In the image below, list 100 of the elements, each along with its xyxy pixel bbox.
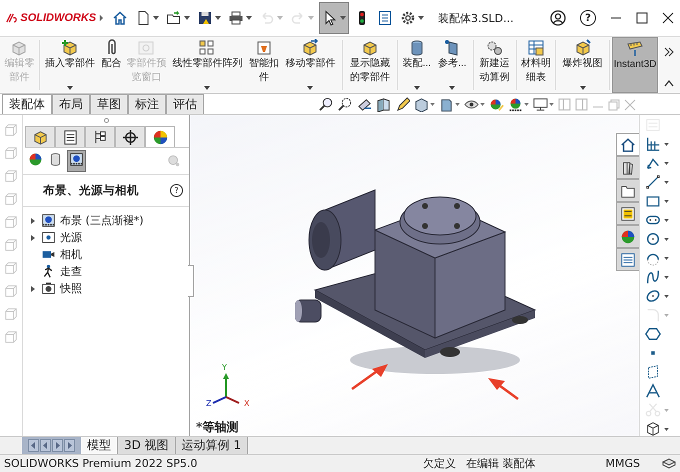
tab-scroll-icon[interactable] [40, 439, 51, 452]
grip-dot-icon[interactable] [104, 118, 108, 123]
manager-tab[interactable] [55, 126, 85, 147]
list-icon [377, 10, 393, 26]
caret-icon[interactable] [184, 16, 190, 20]
caret-icon[interactable] [664, 256, 669, 260]
expand-triangle-icon[interactable] [31, 234, 35, 240]
model-view-tab[interactable]: 运动算例 1 [176, 437, 248, 454]
tab-scroll-icon[interactable] [52, 439, 63, 452]
caret-icon[interactable] [664, 238, 669, 240]
caret-icon[interactable] [414, 86, 420, 90]
ribbon-tab[interactable]: 布局 [52, 94, 90, 114]
caret-icon[interactable] [153, 16, 159, 20]
ribbon-button[interactable]: 参考... [434, 37, 471, 93]
model-view-tab[interactable]: 3D 视图 [118, 437, 176, 454]
caret-icon[interactable] [215, 16, 221, 20]
pencil-annotation-icon[interactable] [395, 97, 410, 112]
scene-button[interactable] [508, 97, 529, 112]
caret-icon[interactable] [664, 294, 669, 298]
help-button[interactable]: ? [170, 184, 183, 197]
toolbar-button[interactable] [319, 2, 349, 34]
ribbon-button[interactable]: 爆炸视图 [558, 37, 608, 93]
caret-icon[interactable] [580, 86, 586, 90]
tree-item[interactable]: 走查 [60, 264, 82, 279]
manager-tab[interactable] [115, 126, 145, 147]
close-icon[interactable] [662, 12, 674, 24]
view-settings-button[interactable] [533, 97, 554, 112]
tree-item[interactable]: 快照 [60, 281, 82, 296]
caret-icon[interactable] [449, 86, 456, 90]
zoom-fit-icon[interactable] [319, 97, 334, 112]
caret-icon[interactable] [664, 162, 669, 164]
panel-title: 布景、光源与相机 [43, 183, 139, 198]
double-chevron-icon[interactable] [664, 47, 674, 57]
tile-left-icon[interactable] [558, 98, 571, 111]
chevron-up-icon[interactable] [664, 79, 674, 87]
document-title: 装配体3.SLD... [438, 10, 514, 26]
caret-icon[interactable] [664, 276, 669, 278]
task-pane-tab[interactable] [616, 179, 639, 202]
ribbon-button[interactable]: 移动零部件 [280, 37, 340, 93]
ribbon-tab[interactable]: 草图 [90, 94, 128, 114]
ribbon-tab[interactable]: 标注 [128, 94, 166, 114]
model-view-tab[interactable]: 模型 [81, 437, 118, 454]
task-pane-tab[interactable] [616, 225, 639, 248]
tree-item[interactable]: 光源 [60, 230, 82, 245]
expand-triangle-icon[interactable] [31, 218, 35, 224]
tree-item[interactable]: 布景 (三点渐褪*) [60, 213, 144, 228]
ribbon-button[interactable]: 装配... [399, 37, 434, 93]
panel-splitter-handle[interactable] [188, 265, 194, 297]
ribbon-button[interactable]: 新建运动算例 [475, 37, 514, 93]
manager-tab[interactable] [145, 126, 175, 147]
caret-icon[interactable] [246, 16, 252, 20]
user-account-icon[interactable] [550, 10, 566, 26]
tile-right-icon[interactable] [575, 98, 588, 111]
manager-tab[interactable] [25, 126, 55, 147]
circle-icon [645, 231, 661, 247]
color-ball-pencil-icon[interactable] [489, 97, 504, 112]
ribbon-button[interactable]: 插入零部件 [42, 37, 98, 93]
view-name: *等轴测 [196, 419, 238, 436]
manager-tab[interactable] [85, 126, 115, 147]
ribbon-button[interactable]: 配合 [98, 37, 126, 93]
help-button[interactable]: ? [580, 10, 596, 26]
view-orientation-button[interactable] [414, 97, 435, 112]
tab-scroll-icon[interactable] [64, 439, 75, 452]
caret-icon[interactable] [307, 86, 314, 90]
expand-triangle-icon[interactable] [31, 286, 35, 292]
tree-item[interactable]: 相机 [60, 247, 82, 262]
task-pane-tab[interactable] [616, 156, 639, 179]
zoom-area-icon[interactable] [338, 97, 353, 112]
section-view-icon[interactable] [376, 97, 391, 112]
task-pane-tab[interactable] [616, 248, 639, 271]
expand-arrow-icon[interactable] [99, 13, 104, 23]
ribbon-tab[interactable]: 装配体 [2, 94, 52, 114]
task-pane-tab[interactable] [616, 202, 639, 225]
property-list-icon [620, 252, 636, 268]
units-selector[interactable]: MMGS [606, 457, 640, 470]
caret-icon [549, 103, 554, 106]
caret-icon[interactable] [664, 218, 669, 222]
caret-icon[interactable] [664, 200, 669, 202]
caret-icon[interactable] [418, 16, 424, 20]
ribbon-button[interactable]: 线性零部件阵列 [167, 37, 248, 93]
feedback-icon[interactable] [662, 458, 676, 470]
caret-icon [430, 103, 435, 106]
graphics-area[interactable]: Y Z X *等轴测 [190, 115, 639, 436]
ribbon-button[interactable]: Instant3D [612, 37, 658, 93]
caret-icon[interactable] [664, 142, 669, 146]
caret-icon[interactable] [204, 86, 210, 90]
ribbon-button[interactable]: 材料明细表 [518, 37, 554, 93]
tab-scroll-icon[interactable] [28, 439, 39, 452]
filter-button[interactable] [67, 150, 86, 172]
caret-icon[interactable] [66, 86, 73, 90]
caret-icon[interactable] [664, 180, 669, 184]
display-style-button[interactable] [439, 97, 460, 112]
ribbon-tab[interactable]: 评估 [166, 94, 204, 114]
ribbon-button[interactable]: 显示隐藏的零部件 [345, 37, 395, 93]
ribbon-button[interactable]: 智能扣件 [247, 37, 280, 93]
task-pane-tab[interactable] [616, 133, 639, 156]
maximize-icon[interactable] [636, 12, 648, 24]
previous-view-icon[interactable] [357, 97, 372, 112]
caret-icon[interactable] [340, 16, 346, 20]
caret-icon[interactable] [664, 428, 669, 430]
